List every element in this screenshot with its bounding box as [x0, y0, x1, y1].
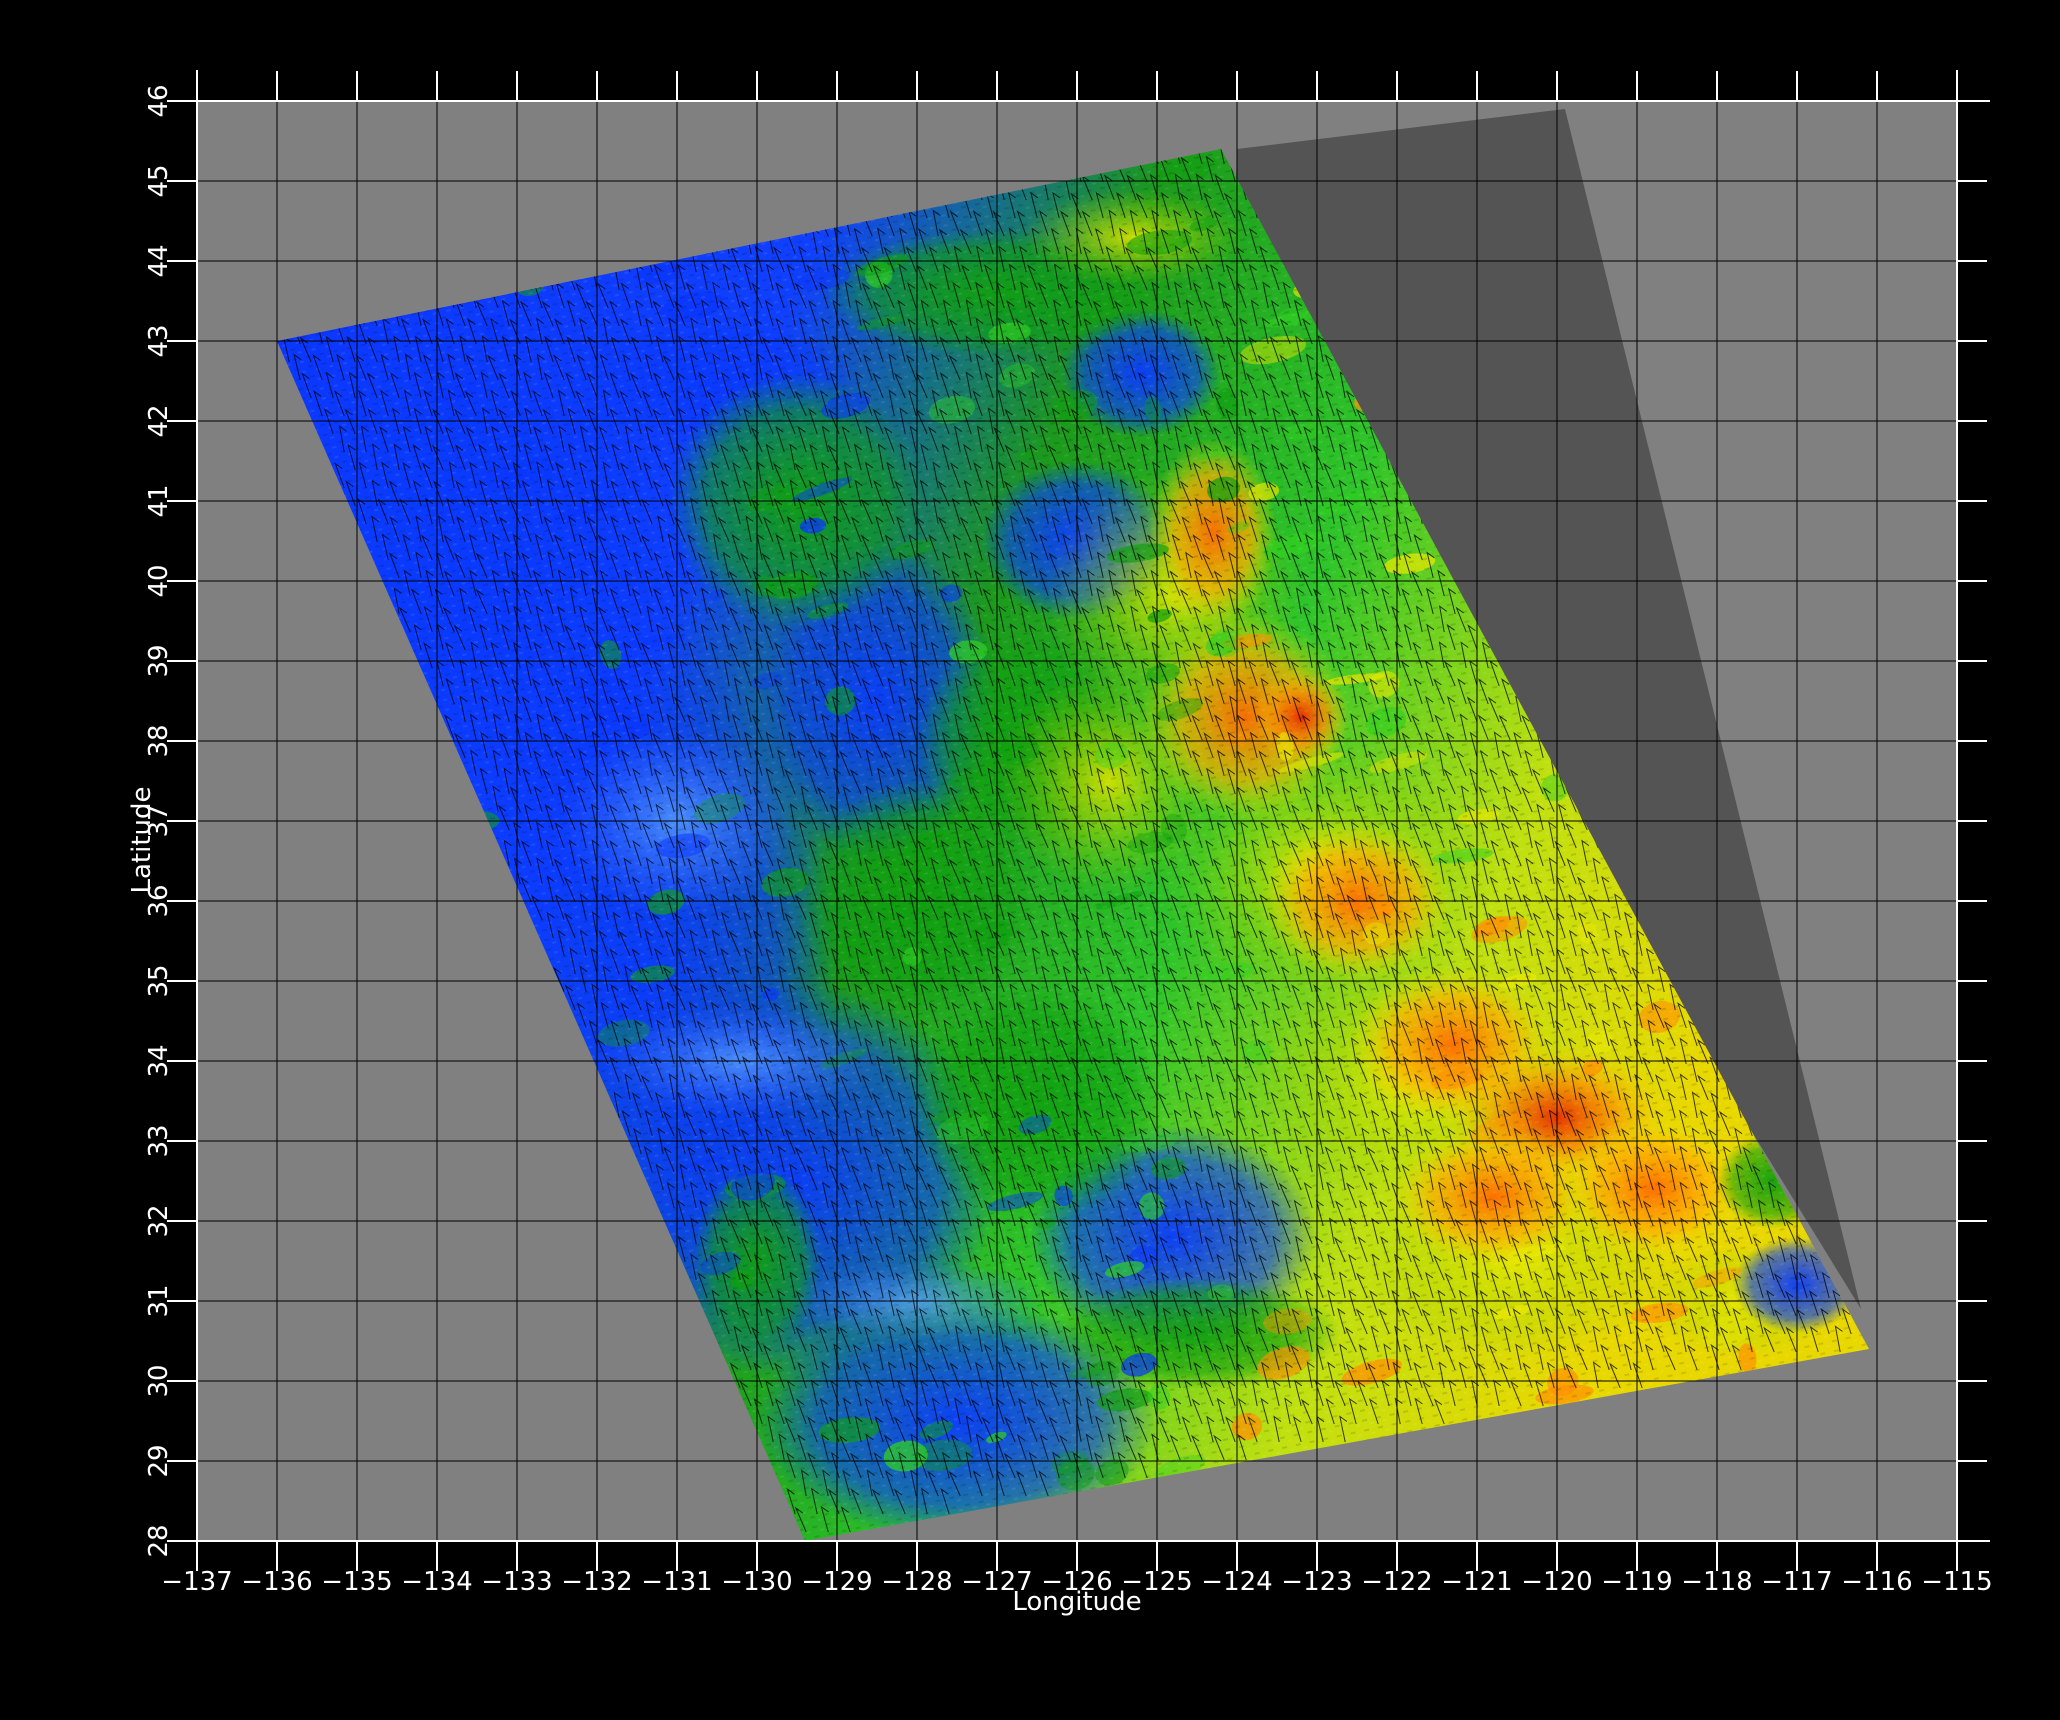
- x-tick-label: −130: [721, 1567, 792, 1597]
- x-tick-label: −119: [1601, 1567, 1672, 1597]
- y-tick-label: 40: [144, 564, 174, 597]
- x-tick-label: −135: [321, 1567, 392, 1597]
- x-tick-label: −137: [161, 1567, 232, 1597]
- y-tick-label: 28: [144, 1524, 174, 1557]
- x-tick-label: −117: [1761, 1567, 1832, 1597]
- x-tick-label: −115: [1921, 1567, 1992, 1597]
- x-tick-label: −133: [481, 1567, 552, 1597]
- x-tick-label: −128: [881, 1567, 952, 1597]
- wind-speed-map: −137 −136 −135 −134 −133 −132 −131 −130 −129 −128…: [127, 70, 1993, 1617]
- x-tick-label: −123: [1281, 1567, 1352, 1597]
- y-tick-label: 33: [144, 1124, 174, 1157]
- x-tick-label: −132: [561, 1567, 632, 1597]
- x-tick-label: −122: [1361, 1567, 1432, 1597]
- y-tick-label: 34: [144, 1044, 174, 1077]
- x-tick-label: −124: [1201, 1567, 1272, 1597]
- y-tick-label: 35: [144, 964, 174, 997]
- y-tick-label: 30: [144, 1364, 174, 1397]
- x-tick-label: −136: [241, 1567, 312, 1597]
- y-tick-label: 42: [144, 404, 174, 437]
- x-tick-label: −116: [1841, 1567, 1912, 1597]
- y-tick-label: 41: [144, 484, 174, 517]
- x-tick-label: −134: [401, 1567, 472, 1597]
- y-tick-label: 43: [144, 324, 174, 357]
- y-tick-label: 44: [144, 244, 174, 277]
- y-tick-label: 38: [144, 724, 174, 757]
- y-tick-label: 39: [144, 644, 174, 677]
- y-axis-label: Latitude: [127, 786, 157, 893]
- y-tick-label: 31: [144, 1284, 174, 1317]
- x-tick-label: −131: [641, 1567, 712, 1597]
- x-tick-label: −118: [1681, 1567, 1752, 1597]
- y-tick-label: 32: [144, 1204, 174, 1237]
- x-tick-label: −129: [801, 1567, 872, 1597]
- y-tick-label: 29: [144, 1444, 174, 1477]
- x-axis-label: Longitude: [1012, 1587, 1141, 1617]
- y-tick-label: 46: [144, 84, 174, 117]
- x-tick-label: −120: [1521, 1567, 1592, 1597]
- x-tick-label: −121: [1441, 1567, 1512, 1597]
- y-tick-label: 45: [144, 164, 174, 197]
